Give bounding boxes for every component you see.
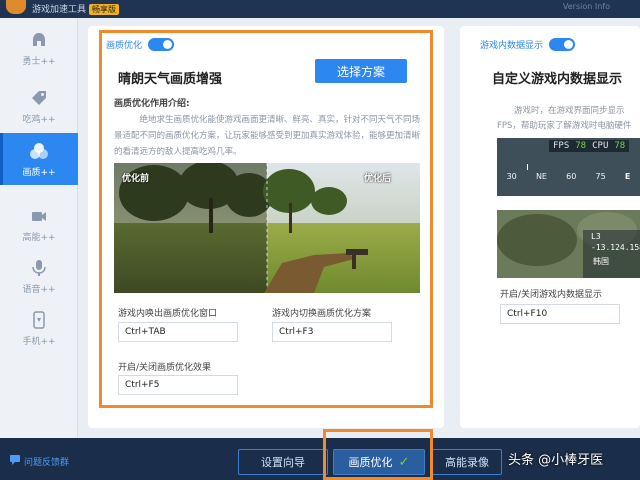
before-tag: 优化前 [122,174,150,184]
cpu-value: 78 [614,141,626,151]
sidebar-item-chicken[interactable]: 吃鸡++ [0,80,78,132]
data-display-description: 游戏时，在游戏界面同步显示FPS，帮助玩家了解游戏时电脑硬件运行状况。 [497,106,632,131]
app-logo [6,0,26,14]
tag-icon [29,88,49,108]
chat-icon [10,455,20,468]
intro-title: 画质优化作用介绍: [114,99,190,109]
fps-label: FPS [553,141,570,151]
app-brand: 游戏加速工具 畅享版 [32,2,120,15]
data-shortcut-label: 开启/关闭游戏内数据显示 [500,290,603,300]
hud-preview: FPS 78 CPU 78 30 NE 60 75 E [497,138,640,196]
cpu-label: CPU [592,141,609,151]
map-coords: -13.124.158. [591,243,640,252]
map-preview: L3 -13.124.158. 韩国 [497,210,640,278]
after-tag: 优化后 [364,174,392,184]
check-icon: ✓ [398,454,410,469]
data-display-title: 自定义游戏内数据显示 [492,72,623,87]
quality-optimize-label: 画质优化 [348,457,393,469]
setup-wizard-label: 设置向导 [261,457,305,469]
topbar-info: Version Info [562,2,610,11]
highlight-recording-button[interactable]: 高能录像 [432,449,502,475]
helmet-icon [29,30,49,50]
data-toggle-label: 游戏内数据显示 [480,41,544,51]
compass-tick [527,164,528,170]
title-bar: 游戏加速工具 畅享版 Version Info [0,0,640,18]
feedback-link[interactable]: 问题反馈群 [10,455,69,468]
sidebar-item-label: 高能++ [22,232,56,243]
data-toggle-row: 游戏内数据显示 [480,38,576,51]
shortcut-input-open[interactable]: Ctrl+TAB [118,322,238,342]
data-shortcut-input[interactable]: Ctrl+F10 [500,304,620,324]
compass-mark: 30 [506,172,517,181]
fps-cpu-readout: FPS 78 CPU 78 [549,140,630,152]
feedback-label: 问题反馈群 [24,458,70,468]
fps-value: 78 [575,141,587,151]
sidebar-item-label: 手机++ [22,336,56,347]
sidebar-item-label: 语音++ [22,284,56,295]
sidebar-item-highlight[interactable]: 高能++ [0,198,78,250]
compass-mark: E [624,172,631,181]
map-region: 韩国 [593,257,609,266]
compass-mark: 60 [566,172,577,181]
setup-wizard-button[interactable]: 设置向导 [238,449,328,475]
map-level: L3 [591,232,601,241]
quality-toggle[interactable] [148,38,175,51]
sidebar-item-quality[interactable]: 画质++ [0,133,78,185]
comparison-image: 优化前 优化后 [114,163,420,293]
quality-toggle-label: 画质优化 [106,41,143,51]
shortcut-label-toggle: 开启/关闭画质优化效果 [118,363,212,373]
compass-mark: 75 [595,172,606,181]
shortcut-label-switch: 游戏内切换画质优化方案 [272,309,372,319]
sidebar: 勇士++ 吃鸡++ 画质++ 高能++ 语音++ 手机++ [0,18,78,438]
brand-name: 游戏加速工具 [32,5,87,15]
sidebar-item-label: 勇士++ [22,56,56,67]
sidebar-item-voice[interactable]: 语音++ [0,250,78,302]
color-circles-icon [29,141,49,161]
brand-badge: 畅享版 [89,4,120,15]
microphone-icon [29,258,49,278]
sidebar-item-label: 画质++ [22,167,56,178]
camera-icon [29,206,49,226]
shortcut-input-toggle[interactable]: Ctrl+F5 [118,375,238,395]
watermark: 头条 @小棒牙医 [508,453,604,468]
shortcut-input-switch[interactable]: Ctrl+F3 [272,322,392,342]
phone-icon [29,310,49,330]
quality-toggle-row: 画质优化 [106,38,175,51]
sidebar-item-phone[interactable]: 手机++ [0,302,78,354]
quality-title: 晴朗天气画质增强 [118,72,223,87]
sidebar-item-warrior[interactable]: 勇士++ [0,22,78,74]
shortcut-label-open: 游戏内唤出画质优化窗口 [118,309,218,319]
data-toggle[interactable] [549,38,576,51]
choose-scheme-button[interactable]: 选择方案 [315,59,407,83]
compass-bar: 30 NE 60 75 E [497,172,640,181]
sidebar-item-label: 吃鸡++ [22,114,56,125]
quality-optimize-button[interactable]: 画质优化 ✓ [333,449,425,475]
highlight-recording-label: 高能录像 [445,457,489,469]
compass-mark: NE [535,172,547,181]
intro-text: 绝地求生画质优化能使游戏画面更清晰、鲜亮、真实，针对不同天气不同场景适配不同的画… [114,115,421,157]
